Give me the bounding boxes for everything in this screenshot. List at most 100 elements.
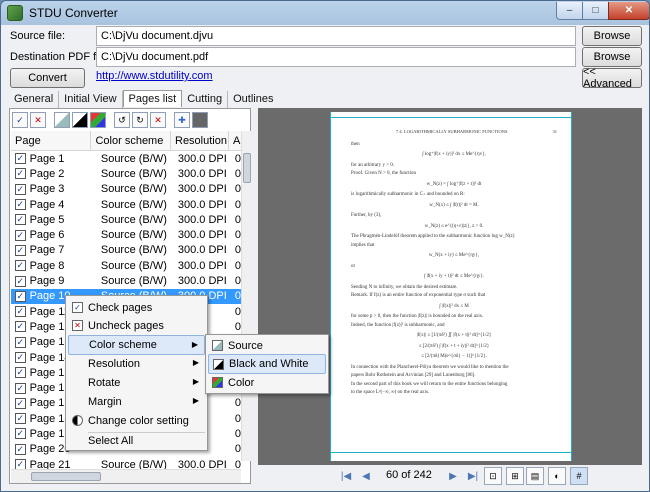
row-checkbox[interactable]: ✓ <box>15 229 26 241</box>
row-checkbox[interactable]: ✓ <box>15 352 26 363</box>
menu-uncheck-pages[interactable]: ✕ Uncheck pages <box>68 316 205 336</box>
tab-general[interactable]: General <box>9 91 60 108</box>
next-page-icon[interactable]: ▶ <box>445 468 461 484</box>
vertical-scroll-thumb[interactable] <box>243 153 251 183</box>
previous-page-icon[interactable]: ◀ <box>358 468 374 484</box>
last-page-icon[interactable]: ▶| <box>465 468 481 484</box>
margin-icon[interactable]: ✚ <box>174 112 190 128</box>
table-row[interactable]: ✓ Page 9 Source (B/W) 300.0 DPI 0 <box>11 273 241 288</box>
grid-toggle-icon[interactable]: # <box>570 467 588 485</box>
table-row[interactable]: ✓ Page 6 Source (B/W) 300.0 DPI 0 <box>11 227 241 242</box>
preview-running-header: 7.4. LOGARITHMICALLY SUBHARMONIC FUNCTIO… <box>395 129 508 134</box>
color-scheme-icon[interactable] <box>90 112 106 128</box>
preview-line: for an arbitrary y > 0. <box>351 162 395 168</box>
check-all-icon[interactable]: ✓ <box>12 112 28 128</box>
browse-source-button[interactable]: Browse <box>582 26 642 46</box>
first-page-icon[interactable]: |◀ <box>338 468 354 484</box>
menu-select-all[interactable]: Select All <box>68 431 205 451</box>
preview-line: ≤ [2/(πδ) M(e^{σδ} − 1)]^{1/2}. <box>421 354 487 359</box>
row-checkbox[interactable]: ✓ <box>15 382 26 394</box>
row-checkbox[interactable]: ✓ <box>15 275 26 287</box>
submenu-black-and-white[interactable]: Black and White <box>208 354 326 374</box>
menu-margin[interactable]: Margin ▶ <box>68 392 205 412</box>
row-checkbox[interactable]: ✓ <box>15 336 26 348</box>
tab-initial-view[interactable]: Initial View <box>59 91 123 108</box>
table-row[interactable]: ✓ Page 2 Source (B/W) 300.0 DPI 0 <box>11 166 241 181</box>
preview-line: for some p > 0, then the function |f(z)|… <box>351 314 484 319</box>
row-color-scheme: Source (B/W) <box>100 152 167 165</box>
header-page[interactable]: Page <box>11 131 92 150</box>
source-scheme-icon[interactable] <box>54 112 70 128</box>
page-settings-icon[interactable] <box>192 112 208 128</box>
menu-change-color[interactable]: Change color setting <box>68 411 205 431</box>
row-checkbox[interactable]: ✓ <box>15 397 26 409</box>
menu-check-pages[interactable]: ✓ Check pages <box>68 298 205 318</box>
row-checkbox[interactable]: ✓ <box>15 260 26 272</box>
table-row[interactable]: ✓ Page 8 Source (B/W) 300.0 DPI 0 <box>11 258 241 273</box>
browse-dest-button[interactable]: Browse <box>582 47 642 67</box>
vertical-scrollbar[interactable] <box>241 131 251 461</box>
tab-pages-list[interactable]: Pages list <box>122 90 183 107</box>
horizontal-scroll-thumb[interactable] <box>31 472 101 481</box>
submenu-source[interactable]: Source <box>208 336 326 356</box>
context-menu: ✓ Check pages ✕ Uncheck pages Color sche… <box>65 295 208 451</box>
color-mode-icon[interactable]: ◐ <box>548 467 566 485</box>
row-checkbox[interactable]: ✓ <box>15 168 26 180</box>
row-checkbox[interactable]: ✓ <box>15 367 26 379</box>
preview-line: Sending N to infinity, we obtain the des… <box>351 284 458 290</box>
menu-color-scheme[interactable]: Color scheme ▶ <box>68 335 205 355</box>
table-row[interactable]: ✓ Page 4 Source (B/W) 300.0 DPI 0 <box>11 197 241 212</box>
table-row[interactable]: ✓ Page 7 Source (B/W) 300.0 DPI 0 <box>11 243 241 258</box>
minimize-button[interactable]: – <box>556 2 583 20</box>
menu-rotate[interactable]: Rotate ▶ <box>68 373 205 393</box>
table-row[interactable]: ✓ Page 3 Source (B/W) 300.0 DPI 0 <box>11 182 241 197</box>
row-checkbox[interactable]: ✓ <box>15 214 26 226</box>
preview-line: Remark. If f(z) is an entire function of… <box>351 293 486 298</box>
page-setup-icon[interactable]: ▤ <box>526 467 544 485</box>
row-checkbox[interactable]: ✓ <box>15 244 26 256</box>
row-checkbox[interactable]: ✓ <box>15 183 26 195</box>
table-row[interactable]: ✓ Page 5 Source (B/W) 300.0 DPI 0 <box>11 212 241 227</box>
submenu-color[interactable]: Color <box>208 373 326 393</box>
preview-line: Indeed, the function |f(z)|² is subharmo… <box>351 322 445 328</box>
row-checkbox[interactable]: ✓ <box>15 153 26 165</box>
header-a[interactable]: A <box>229 131 241 150</box>
delete-page-icon[interactable]: ✕ <box>150 112 166 128</box>
tab-cutting[interactable]: Cutting <box>182 91 229 108</box>
convert-button[interactable]: Convert <box>10 68 85 88</box>
app-logo-icon <box>7 5 23 21</box>
row-checkbox[interactable]: ✓ <box>15 413 26 425</box>
preview-line: to the space Lᵖ(−∞, ∞) on the real axis. <box>351 390 430 395</box>
row-color-scheme: Source (B/W) <box>100 275 167 288</box>
row-checkbox[interactable]: ✓ <box>15 290 26 302</box>
row-checkbox[interactable]: ✓ <box>15 321 26 333</box>
preview-line: is logarithmically subharmonic in C₊ and… <box>351 192 465 197</box>
close-button[interactable]: ✕ <box>608 2 649 20</box>
table-row[interactable]: ✓ Page 1 Source (B/W) 300.0 DPI 0 <box>11 151 241 166</box>
website-link[interactable]: http://www.stdutility.com <box>96 70 213 82</box>
row-checkbox[interactable]: ✓ <box>15 443 26 455</box>
tab-outlines[interactable]: Outlines <box>228 91 278 108</box>
maximize-button[interactable]: □ <box>582 2 609 20</box>
uncheck-all-icon[interactable]: ✕ <box>30 112 46 128</box>
row-page: Page 3 <box>29 183 65 196</box>
dest-file-input[interactable]: C:\DjVu document.pdf <box>96 47 576 67</box>
fit-page-icon[interactable]: ⊡ <box>484 467 502 485</box>
row-checkbox[interactable]: ✓ <box>15 428 26 440</box>
rotate-left-icon[interactable]: ↺ <box>114 112 130 128</box>
header-color-scheme[interactable]: Color scheme <box>91 131 171 150</box>
header-resolution[interactable]: Resolution <box>171 131 229 150</box>
menu-resolution[interactable]: Resolution ▶ <box>68 354 205 374</box>
color-icon <box>212 377 223 388</box>
fit-width-icon[interactable]: ⊞ <box>506 467 524 485</box>
bw-scheme-icon[interactable] <box>72 112 88 128</box>
navigation-bar: |◀ ◀ 60 of 242 ▶ ▶| ⊡ ⊞ ▤ ◐ # <box>258 466 642 486</box>
source-file-input[interactable]: C:\DjVu document.djvu <box>96 26 576 46</box>
rotate-right-icon[interactable]: ↻ <box>132 112 148 128</box>
row-checkbox[interactable]: ✓ <box>15 306 26 318</box>
row-checkbox[interactable]: ✓ <box>15 199 26 211</box>
uncheck-icon: ✕ <box>72 320 83 331</box>
horizontal-scrollbar[interactable] <box>11 469 241 483</box>
advanced-button[interactable]: << Advanced <box>582 66 642 90</box>
title-bar[interactable]: STDU Converter – □ ✕ <box>1 1 649 25</box>
